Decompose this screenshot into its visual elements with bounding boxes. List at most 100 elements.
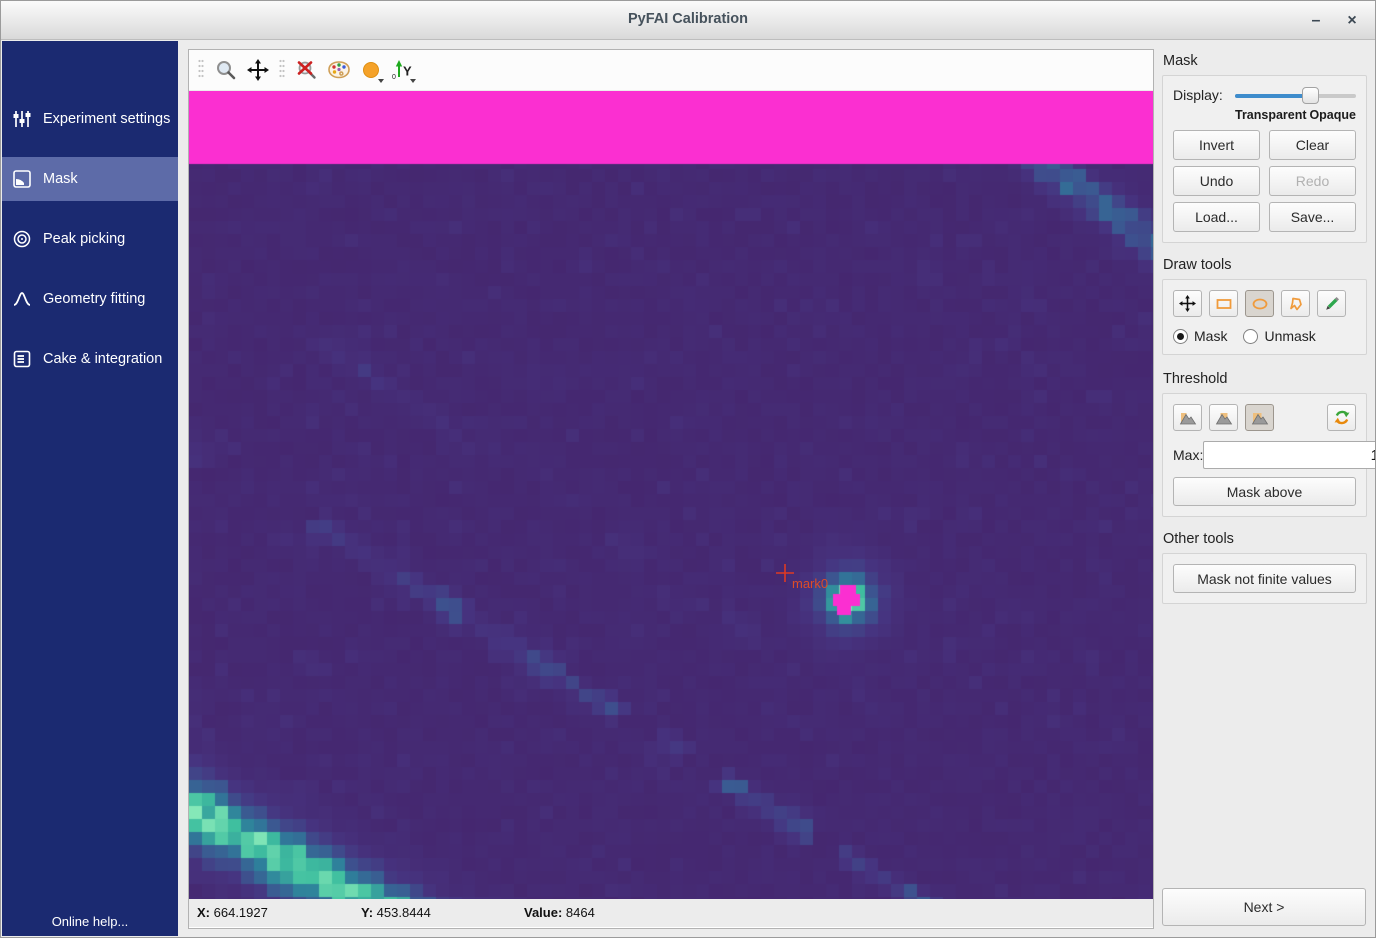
transparent-label: Transparent [1235, 108, 1307, 122]
display-opacity-slider[interactable] [1235, 86, 1356, 104]
chevron-down-icon [378, 79, 384, 83]
window-title: PyFAI Calibration [1, 11, 1375, 27]
mask-between-threshold-button[interactable] [1209, 404, 1238, 431]
sidebar-item-mask[interactable]: Mask [2, 157, 178, 201]
other-tools-groupbox: Mask not finite values [1162, 553, 1367, 604]
mask-radio[interactable] [1173, 329, 1188, 344]
status-value: Value: 8464 [524, 905, 595, 920]
refresh-icon [1333, 409, 1351, 426]
chevron-down-icon [410, 79, 416, 83]
refresh-threshold-button[interactable] [1327, 404, 1356, 431]
statusbar: X: 664.1927 Y: 453.8444 Value: 8464 [189, 899, 1153, 927]
slider-handle[interactable] [1302, 87, 1319, 104]
mask-section-title: Mask [1163, 53, 1367, 69]
move-icon [1179, 295, 1196, 312]
clear-button[interactable]: Clear [1269, 130, 1356, 160]
histogram-below-icon [1179, 410, 1197, 426]
zoom-icon [215, 59, 237, 81]
mask-radio-label: Mask [1194, 328, 1227, 344]
y-axis-orientation-button[interactable]: Y 0 [388, 55, 417, 85]
status-y-label: Y: [361, 905, 373, 920]
status-y: Y: 453.8444 [361, 905, 431, 920]
rectangle-tool-button[interactable] [1209, 290, 1238, 317]
detector-image-canvas[interactable] [189, 91, 1153, 899]
list-box-icon [12, 349, 32, 369]
online-help-link[interactable]: Online help... [2, 914, 178, 929]
mask-groupbox: Display: Transparent Opaque Invert Clear… [1162, 75, 1367, 243]
app-window: PyFAI Calibration – × Experiment setting… [0, 0, 1376, 938]
svg-text:Y: Y [403, 64, 412, 79]
invert-button[interactable]: Invert [1173, 130, 1260, 160]
mask-tools-panel: Mask Display: Transparent Opaque Invert … [1154, 49, 1376, 937]
zoom-mode-button[interactable] [211, 55, 240, 85]
opaque-label: Opaque [1309, 108, 1356, 122]
status-y-value: 453.8444 [377, 905, 431, 920]
sidebar-item-experiment-settings[interactable]: Experiment settings [2, 97, 178, 141]
toolbar-grip[interactable] [197, 57, 205, 83]
titlebar: PyFAI Calibration – × [1, 1, 1375, 40]
sidebar: Experiment settings Mask Peak picking [2, 41, 178, 936]
status-x-value: 664.1927 [214, 905, 268, 920]
next-button[interactable]: Next > [1162, 888, 1366, 926]
threshold-section-title: Threshold [1163, 371, 1367, 387]
plot-toolbar: Y 0 [189, 50, 1153, 91]
reset-zoom-button[interactable] [292, 55, 321, 85]
mask-above-threshold-button[interactable] [1245, 404, 1274, 431]
sidebar-item-geometry-fitting[interactable]: Geometry fitting [2, 277, 178, 321]
sidebar-item-cake-integration[interactable]: Cake & integration [2, 337, 178, 381]
sidebar-item-label: Geometry fitting [43, 291, 145, 307]
slider-fill [1235, 94, 1310, 98]
colormap-button[interactable] [324, 55, 353, 85]
sidebar-item-label: Experiment settings [43, 111, 170, 127]
histogram-between-icon [1215, 410, 1233, 426]
draw-tools-section-title: Draw tools [1163, 257, 1367, 273]
polygon-tool-button[interactable] [1281, 290, 1310, 317]
sidebar-item-label: Cake & integration [43, 351, 162, 367]
undo-button[interactable]: Undo [1173, 166, 1260, 196]
save-button[interactable]: Save... [1269, 202, 1356, 232]
pencil-tool-button[interactable] [1317, 290, 1346, 317]
status-value-label: Value: [524, 905, 562, 920]
pencil-icon [1323, 296, 1341, 312]
status-x-label: X: [197, 905, 210, 920]
sidebar-item-peak-picking[interactable]: Peak picking [2, 217, 178, 261]
sidebar-item-label: Mask [43, 171, 78, 187]
pan-mode-button[interactable] [243, 55, 272, 85]
draw-tools-groupbox: Mask Unmask [1162, 279, 1367, 355]
mask-image-icon [12, 169, 32, 189]
toolbar-grip[interactable] [278, 57, 286, 83]
detector-image-view[interactable]: mark0 [189, 91, 1153, 899]
sidebar-item-label: Peak picking [43, 231, 125, 247]
sliders-icon [12, 109, 32, 129]
threshold-groupbox: Max: Mask above [1162, 393, 1367, 517]
display-label: Display: [1173, 87, 1235, 103]
ellipse-tool-button[interactable] [1245, 290, 1274, 317]
unmask-radio[interactable] [1243, 329, 1258, 344]
zoom-reset-icon [296, 59, 318, 81]
max-label: Max: [1173, 447, 1203, 463]
status-value-value: 8464 [566, 905, 595, 920]
minimize-button[interactable]: – [1303, 9, 1329, 33]
mask-not-finite-button[interactable]: Mask not finite values [1173, 564, 1356, 593]
status-x: X: 664.1927 [197, 905, 268, 920]
pan-tool-button[interactable] [1173, 290, 1202, 317]
marker-color-icon [363, 62, 379, 78]
unmask-radio-label: Unmask [1264, 328, 1315, 344]
mark0-label: mark0 [792, 576, 828, 591]
svg-text:0: 0 [392, 74, 396, 81]
marker-color-button[interactable] [356, 55, 385, 85]
other-tools-section-title: Other tools [1163, 531, 1367, 547]
ellipse-icon [1251, 296, 1269, 312]
max-threshold-input[interactable] [1203, 441, 1376, 469]
palette-icon [327, 59, 351, 81]
mask-above-button[interactable]: Mask above [1173, 477, 1356, 506]
histogram-above-icon [1251, 410, 1269, 426]
close-button[interactable]: × [1339, 9, 1365, 33]
pan-icon [247, 59, 269, 81]
load-button[interactable]: Load... [1173, 202, 1260, 232]
rectangle-icon [1215, 296, 1233, 312]
concentric-rings-icon [12, 229, 32, 249]
mask-below-threshold-button[interactable] [1173, 404, 1202, 431]
plot-panel: Y 0 mark0 X: 664.1927 Y: 453.8444 Value:… [188, 49, 1154, 929]
peak-curve-icon [12, 289, 32, 309]
